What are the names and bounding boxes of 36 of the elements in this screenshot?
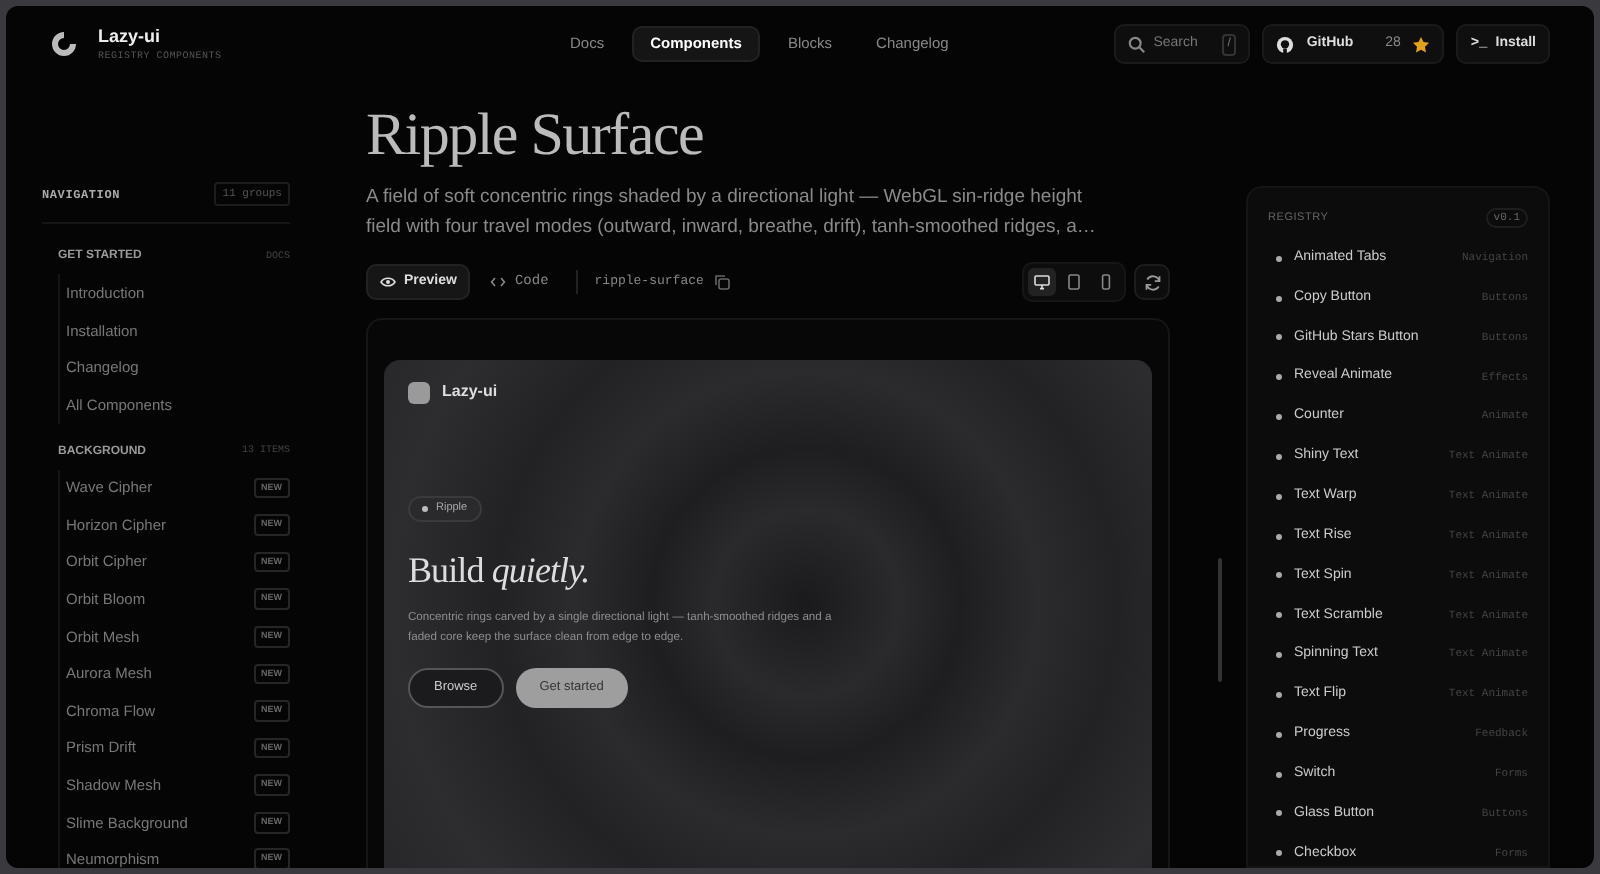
star-icon: [1412, 35, 1431, 53]
eye-icon: [380, 276, 396, 288]
page-description: A field of soft concentric rings shaded by a directional light — WebGL sin-ridge height field with four travel modes (outward, inward, breathe, drift), tanh-smoothed ridges, a…: [366, 184, 1098, 242]
phone-icon: [1098, 274, 1114, 290]
bullet-icon: [1276, 810, 1282, 817]
search-icon: [1127, 35, 1146, 53]
bullet-icon: [1276, 731, 1282, 738]
bullet-icon: [1276, 334, 1282, 341]
scrollbar-thumb: [1218, 558, 1222, 682]
bullet-icon: [1276, 850, 1282, 857]
code-icon: [490, 276, 507, 288]
bullet-icon: [1276, 493, 1282, 500]
device-button[interactable]: [1028, 268, 1056, 296]
bullet-icon: [1276, 374, 1282, 381]
preview-headline: Build quietly.: [408, 548, 592, 592]
refresh-icon: [1143, 273, 1161, 291]
brand-name: Lazy-ui: [442, 380, 498, 404]
bullet-icon: [1276, 572, 1282, 579]
bullet-icon: [1276, 414, 1282, 421]
bullet-icon: [1276, 295, 1282, 302]
bullet-icon: [1276, 612, 1282, 619]
github-icon: [1276, 35, 1295, 53]
bullet-icon: [1276, 771, 1282, 778]
logo-icon: [408, 381, 430, 403]
copy-icon[interactable]: [713, 274, 730, 290]
bullet-icon: [1276, 691, 1282, 698]
tablet-icon: [1066, 274, 1082, 290]
bullet-icon: [1276, 533, 1282, 540]
refresh-button[interactable]: [1134, 264, 1170, 300]
page-title: Ripple Surface: [366, 102, 706, 170]
bullet-icon: [1276, 652, 1282, 659]
bullet-icon: [1276, 453, 1282, 460]
logo-icon: [50, 30, 78, 58]
bullet-icon: [1276, 255, 1282, 262]
brand-name: Lazy-ui: [98, 26, 163, 49]
monitor-icon: [1034, 274, 1050, 290]
